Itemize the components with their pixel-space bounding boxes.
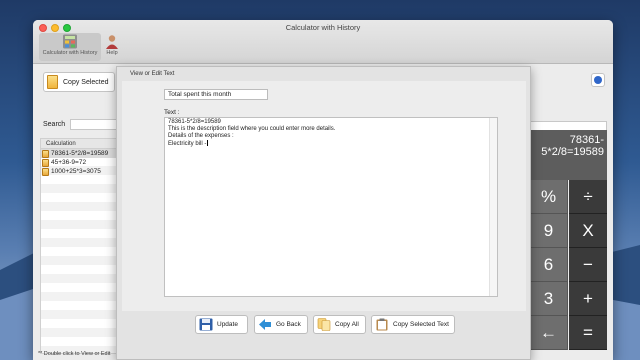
key-plus[interactable]: + (569, 282, 607, 316)
copy-all-label: Copy All (335, 321, 359, 328)
calculator-icon (63, 34, 77, 49)
document-icon (42, 167, 49, 176)
list-item-text: 45+36-9=72 (51, 159, 87, 166)
text-label: Text : (164, 109, 180, 116)
go-back-button[interactable]: Go Back (254, 315, 308, 334)
dialog-button-bar: Update Go Back Copy All Copy Selected Te… (117, 315, 532, 337)
key-3[interactable]: 3 (530, 282, 568, 316)
key-6[interactable]: 6 (530, 248, 568, 282)
text-line-last: Electricity bill - (168, 140, 494, 148)
dialog-title: View or Edit Text (130, 71, 175, 77)
list-item-text: 78361-5*2/8=19589 (51, 150, 109, 157)
document-icon (47, 75, 58, 89)
list-item-text: 1000+25*3=3075 (51, 168, 101, 175)
list-item[interactable]: 45+36-9=72 (41, 158, 119, 167)
text-line: This is the description field where you … (168, 126, 336, 132)
copy-selected-label: Copy Selected (63, 78, 109, 86)
clipboard-icon (376, 318, 388, 331)
copy-icon (317, 318, 331, 331)
calculator-display: 78361-5*2/8=19589 (530, 130, 607, 180)
history-list[interactable]: Calculation 78361-5*2/8=19589 45+36-9=72… (40, 138, 120, 354)
save-icon (199, 318, 213, 331)
search-label: Search (43, 121, 66, 128)
toolbar-help-label: Help (106, 50, 118, 56)
toolbar-help-button[interactable]: Help (101, 33, 123, 61)
keypad: % ÷ 9 X 6 − 3 + ← = (530, 180, 607, 350)
key-equals[interactable]: = (569, 316, 607, 350)
key-9[interactable]: 9 (530, 214, 568, 248)
list-item[interactable]: 1000+25*3=3075 (41, 167, 119, 176)
footnote: ** Double click to View or Edit (38, 351, 111, 357)
text-line: 78361-5*2/8=19589 (168, 119, 221, 125)
go-back-label: Go Back (276, 321, 301, 328)
key-divide[interactable]: ÷ (569, 180, 607, 214)
back-arrow-icon (259, 319, 271, 330)
key-minus[interactable]: − (569, 248, 607, 282)
update-label: Update (217, 321, 238, 328)
title-field[interactable]: Total spent this month (164, 89, 268, 100)
key-backspace[interactable]: ← (530, 316, 568, 350)
text-caret (207, 140, 208, 146)
toolbar-calculator-label: Calculator with History (42, 50, 98, 56)
document-icon (42, 149, 49, 158)
gear-icon (594, 76, 602, 84)
text-line: Electricity bill - (168, 141, 207, 147)
settings-button[interactable] (591, 73, 605, 87)
update-button[interactable]: Update (195, 315, 248, 334)
key-percent[interactable]: % (530, 180, 568, 214)
column-header-calculation[interactable]: Calculation (41, 139, 119, 149)
copy-selected-text-label: Copy Selected Text (393, 321, 449, 328)
document-icon (42, 158, 49, 167)
key-multiply[interactable]: X (569, 214, 607, 248)
copy-selected-text-button[interactable]: Copy Selected Text (371, 315, 455, 334)
text-editor-scrollbar[interactable] (489, 118, 497, 296)
edit-text-dialog: View or Edit Text Total spent this month… (116, 66, 531, 360)
text-line: Details of the expenses : (168, 133, 234, 139)
history-panel: Copy Selected Search Calculation 78361-5… (33, 64, 130, 360)
copy-all-button[interactable]: Copy All (313, 315, 366, 334)
copy-selected-button[interactable]: Copy Selected (43, 72, 115, 92)
window-title: Calculator with History (285, 23, 361, 32)
title-bar: Calculator with History Calculator with … (33, 20, 613, 64)
list-item[interactable]: 78361-5*2/8=19589 (41, 149, 119, 158)
person-icon (106, 35, 118, 49)
toolbar-calculator-button[interactable]: Calculator with History (39, 33, 101, 61)
dialog-content: Total spent this month Text : 78361-5*2/… (122, 81, 526, 311)
text-editor[interactable]: 78361-5*2/8=19589 This is the descriptio… (164, 117, 498, 297)
